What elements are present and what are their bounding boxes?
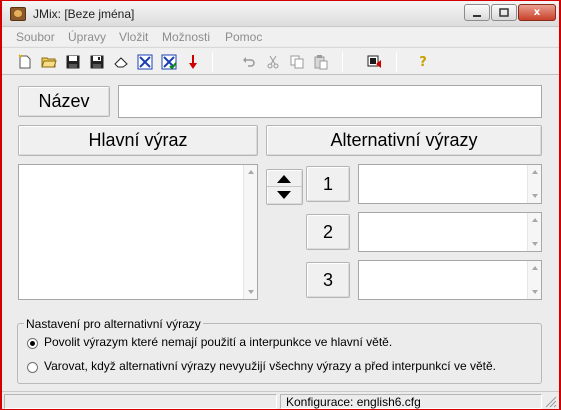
config-status: Konfigurace: english6.cfg: [286, 395, 421, 409]
save-as-icon[interactable]: [88, 53, 106, 71]
scroll-down-icon[interactable]: [248, 290, 254, 294]
menu-moznosti[interactable]: Možnosti: [162, 30, 210, 44]
title-bar: JMix: [Beze jména] x: [2, 1, 559, 27]
app-icon: [10, 7, 26, 21]
scroll-up-icon[interactable]: [248, 170, 254, 174]
alt-field-3[interactable]: [358, 260, 542, 300]
close-button[interactable]: x: [518, 4, 556, 21]
alt-field-1-scrollbar[interactable]: [527, 165, 541, 203]
toolbar-separator: [396, 52, 397, 72]
toolbar: ?: [2, 47, 559, 75]
toolbar-separator: [342, 52, 343, 72]
scroll-down-icon[interactable]: [532, 242, 538, 246]
maximize-icon: [499, 8, 509, 17]
scroll-up-icon[interactable]: [532, 266, 538, 270]
minimize-icon: [473, 15, 481, 17]
scroll-down-icon[interactable]: [532, 194, 538, 198]
name-label-button[interactable]: Název: [18, 86, 110, 117]
alt-field-1[interactable]: [358, 164, 542, 204]
allow-expressions-radio[interactable]: [27, 338, 38, 349]
font-icon[interactable]: [366, 53, 384, 71]
menu-soubor[interactable]: Soubor: [16, 30, 55, 44]
cut-icon[interactable]: [264, 53, 282, 71]
scroll-up-icon[interactable]: [532, 170, 538, 174]
menu-bar: Soubor Úpravy Vložit Možnosti Pomoc: [2, 28, 559, 46]
move-down-button[interactable]: [267, 187, 302, 204]
maximize-button[interactable]: [491, 4, 517, 21]
scroll-up-icon[interactable]: [532, 218, 538, 222]
triangle-down-icon: [277, 191, 291, 199]
down-arrow-icon[interactable]: [184, 53, 202, 71]
scroll-down-icon[interactable]: [532, 290, 538, 294]
copy-icon[interactable]: [288, 53, 306, 71]
warn-expressions-label[interactable]: Varovat, když alternativní výrazy nevyuž…: [44, 359, 496, 373]
save-icon[interactable]: [64, 53, 82, 71]
alt-button-2[interactable]: 2: [306, 214, 350, 250]
alternative-settings-group: [17, 323, 542, 384]
allow-expressions-label[interactable]: Povolit výrazym které nemají použití a i…: [44, 335, 392, 349]
window-title: JMix: [Beze jména]: [33, 7, 135, 21]
check-all-icon[interactable]: [160, 53, 178, 71]
status-pane-left: [4, 394, 277, 409]
triangle-up-icon: [277, 175, 291, 183]
eraser-icon[interactable]: [112, 53, 130, 71]
minimize-button[interactable]: [464, 4, 490, 21]
alternative-settings-legend: Nastavení pro alternativní výrazy: [24, 317, 203, 331]
app-window: JMix: [Beze jména] x Soubor Úpravy Vloži…: [0, 0, 561, 410]
alt-field-3-scrollbar[interactable]: [527, 261, 541, 299]
menu-vlozit[interactable]: Vložit: [119, 30, 148, 44]
main-expression-scrollbar[interactable]: [243, 165, 257, 299]
alternative-expressions-header[interactable]: Alternativní výrazy: [266, 125, 542, 156]
menu-upravy[interactable]: Úpravy: [68, 30, 106, 44]
name-input[interactable]: [118, 85, 542, 118]
move-up-down-buttons: [266, 169, 303, 205]
alt-button-3[interactable]: 3: [306, 262, 350, 298]
main-expression-header[interactable]: Hlavní výraz: [18, 125, 258, 156]
status-bar: Konfigurace: english6.cfg: [2, 391, 559, 409]
help-icon[interactable]: ?: [414, 53, 432, 71]
open-folder-icon[interactable]: [40, 53, 58, 71]
menu-pomoc[interactable]: Pomoc: [225, 30, 262, 44]
status-pane-config: Konfigurace: english6.cfg: [280, 394, 542, 409]
move-up-button[interactable]: [267, 170, 302, 187]
check-icon[interactable]: [136, 53, 154, 71]
toolbar-separator: [212, 52, 213, 72]
alt-field-2-scrollbar[interactable]: [527, 213, 541, 251]
alt-button-1[interactable]: 1: [306, 166, 350, 202]
warn-expressions-radio[interactable]: [27, 362, 38, 373]
new-file-icon[interactable]: [16, 53, 34, 71]
main-expression-textarea[interactable]: [18, 164, 258, 300]
close-icon: x: [533, 7, 541, 18]
alt-field-2[interactable]: [358, 212, 542, 252]
resize-grip-icon[interactable]: [545, 396, 557, 408]
paste-icon[interactable]: [312, 53, 330, 71]
undo-icon[interactable]: [240, 53, 258, 71]
